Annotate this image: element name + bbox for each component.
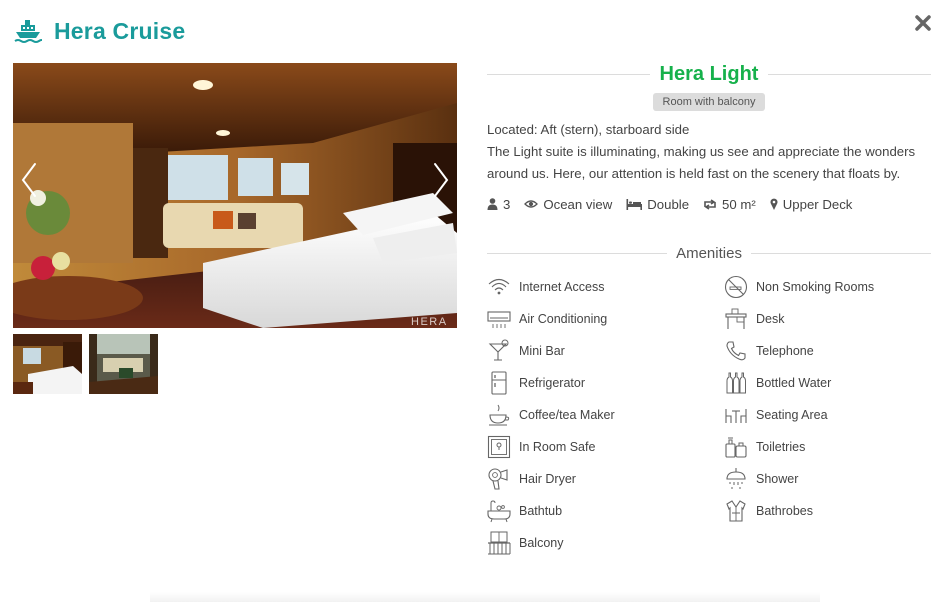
- divider: [487, 73, 650, 75]
- bottles-icon: [726, 372, 746, 394]
- amenity-bathrobes: Bathrobes: [724, 495, 931, 527]
- room-location: Located: Aft (stern), starboard side: [487, 122, 690, 137]
- thumbnail-1[interactable]: [13, 334, 82, 394]
- shower-icon: [726, 468, 746, 489]
- amenity-telephone: Telephone: [724, 335, 931, 367]
- amenities-list: Internet Access Non Smoking Rooms Air Co…: [487, 271, 931, 559]
- divider: [487, 252, 668, 254]
- room-photo: HERA: [13, 63, 457, 328]
- no-smoking-icon: [724, 275, 748, 299]
- amenity-label: Refrigerator: [519, 376, 585, 390]
- room-detail-modal: Hera Cruise HERA Hera Light Room with ba…: [0, 0, 947, 602]
- amenity-in-room-safe: In Room Safe: [487, 431, 724, 463]
- amenity-label: Telephone: [756, 344, 814, 358]
- ship-icon: [14, 20, 42, 43]
- spec-size: 50 m²: [703, 197, 756, 212]
- spec-deck: Upper Deck: [770, 196, 853, 212]
- coffee-maker-icon: [489, 404, 510, 426]
- air-conditioner-icon: [487, 311, 511, 328]
- thumbnail-strip: [13, 334, 158, 394]
- chevron-right-icon[interactable]: [427, 160, 453, 200]
- fridge-icon: [491, 371, 507, 395]
- amenities-title: Amenities: [676, 244, 742, 262]
- amenity-hair-dryer: Hair Dryer: [487, 463, 724, 495]
- amenity-seating-area: Seating Area: [724, 399, 931, 431]
- room-specs: 3 Ocean view Double 50 m² Upper Deck: [487, 195, 931, 213]
- room-photo-gallery: HERA: [13, 63, 457, 328]
- amenity-label: Mini Bar: [519, 344, 565, 358]
- amenity-bottled-water: Bottled Water: [724, 367, 931, 399]
- toiletries-icon: [725, 437, 747, 458]
- amenity-refrigerator: Refrigerator: [487, 367, 724, 399]
- chevron-left-icon[interactable]: [17, 160, 43, 200]
- room-detail-panel: Hera Light Room with balcony Located: Af…: [487, 60, 932, 559]
- spec-label: Double: [647, 196, 690, 212]
- amenity-label: Coffee/tea Maker: [519, 408, 615, 422]
- eye-icon: [524, 200, 539, 208]
- seating-icon: [725, 409, 747, 423]
- modal-bottom-edge: [150, 592, 820, 602]
- amenity-shower: Shower: [724, 463, 931, 495]
- amenity-label: Bathtub: [519, 504, 563, 518]
- room-title: Hera Light: [659, 62, 759, 85]
- amenity-desk: Desk: [724, 303, 931, 335]
- amenity-label: Bathrobes: [756, 504, 813, 518]
- spec-guests: 3: [487, 197, 510, 212]
- amenity-label: Desk: [756, 312, 785, 326]
- room-type-badge: Room with balcony: [652, 93, 766, 111]
- spec-label: 3: [503, 196, 511, 212]
- bathtub-icon: [487, 500, 511, 523]
- map-marker-icon: [770, 198, 778, 210]
- safe-icon: [487, 435, 511, 459]
- bed-icon: [626, 198, 643, 210]
- divider: [750, 252, 932, 254]
- wifi-icon: [488, 278, 510, 295]
- amenity-toiletries: Toiletries: [724, 431, 931, 463]
- spec-label: 50 m²: [722, 196, 756, 212]
- divider: [768, 73, 931, 75]
- amenity-label: Hair Dryer: [519, 472, 576, 486]
- amenity-label: In Room Safe: [519, 440, 596, 454]
- amenity-label: Toiletries: [756, 440, 806, 454]
- telephone-icon: [726, 341, 746, 361]
- cocktail-icon: [488, 339, 509, 361]
- modal-header: Hera Cruise: [14, 16, 185, 46]
- brand-title: Hera Cruise: [54, 17, 186, 44]
- amenity-air-conditioning: Air Conditioning: [487, 303, 724, 335]
- spec-view: Ocean view: [524, 197, 612, 212]
- spec-label: Upper Deck: [782, 196, 853, 212]
- hair-dryer-icon: [488, 468, 508, 490]
- amenity-non-smoking: Non Smoking Rooms: [724, 271, 931, 303]
- resize-icon: [704, 198, 716, 210]
- balcony-icon: [488, 531, 511, 555]
- amenity-label: Seating Area: [756, 408, 828, 422]
- desk-icon: [725, 308, 747, 329]
- amenity-label: Balcony: [519, 536, 564, 550]
- amenity-bathtub: Bathtub: [487, 495, 724, 527]
- close-icon[interactable]: [912, 12, 934, 34]
- spec-bed: Double: [626, 197, 689, 212]
- room-description: The Light suite is illuminating, making …: [487, 144, 916, 181]
- photo-watermark: HERA: [411, 316, 448, 328]
- amenity-label: Non Smoking Rooms: [756, 280, 875, 294]
- amenity-label: Air Conditioning: [519, 312, 608, 326]
- room-description-block: Located: Aft (stern), starboard side The…: [487, 119, 931, 185]
- amenities-header: Amenities: [487, 243, 932, 263]
- amenity-label: Internet Access: [519, 280, 605, 294]
- amenity-coffee-tea-maker: Coffee/tea Maker: [487, 399, 724, 431]
- amenity-label: Bottled Water: [756, 376, 832, 390]
- amenity-internet-access: Internet Access: [487, 271, 724, 303]
- amenity-balcony: Balcony: [487, 527, 724, 559]
- thumbnail-2[interactable]: [89, 334, 158, 394]
- bathrobe-icon: [726, 500, 746, 522]
- user-icon: [487, 198, 498, 210]
- amenity-label: Shower: [756, 472, 799, 486]
- room-title-row: Hera Light: [487, 60, 931, 88]
- amenity-mini-bar: Mini Bar: [487, 335, 724, 367]
- spec-label: Ocean view: [543, 196, 613, 212]
